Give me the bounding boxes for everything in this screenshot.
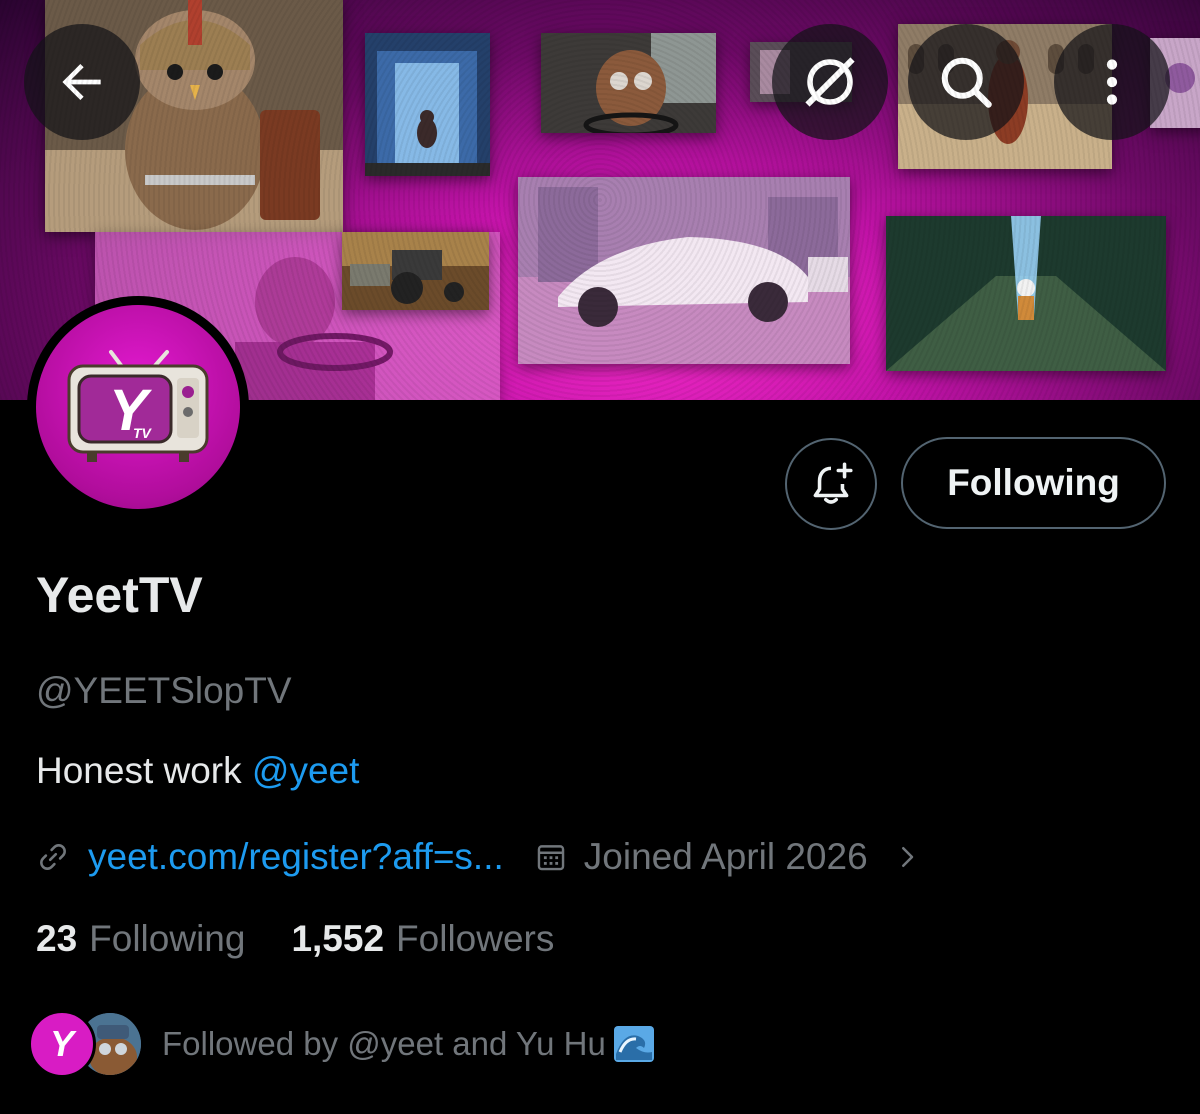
arrow-left-icon: [62, 64, 101, 100]
grok-button[interactable]: [772, 24, 888, 140]
banner-image-driver: [541, 33, 716, 133]
bio: Honest work @yeet: [36, 750, 359, 792]
more-options-button[interactable]: [1054, 24, 1170, 140]
followers-count: 1,552: [291, 918, 385, 959]
following-stat[interactable]: 23 Following: [36, 918, 245, 960]
follower-avatar-yeet: Y: [28, 1010, 96, 1078]
tv-logo-icon: Y TV: [67, 350, 209, 462]
banner-image-forest-beam: [886, 216, 1166, 371]
notifications-button[interactable]: [785, 438, 877, 530]
search-button[interactable]: [908, 24, 1024, 140]
more-vertical-icon: [1106, 59, 1118, 105]
avatar-image: Y TV: [36, 305, 240, 509]
bio-text: Honest work: [36, 750, 252, 791]
followers-label: Followers: [396, 918, 555, 959]
bio-mention-link[interactable]: @yeet: [252, 750, 360, 791]
link-icon: [40, 844, 66, 870]
website-link[interactable]: yeet.com/register?aff=s...: [88, 836, 504, 878]
following-button[interactable]: Following: [901, 437, 1166, 529]
banner-image-tractor: [342, 232, 489, 310]
followed-by-row[interactable]: Y Followed by @yeet and Yu Hu: [28, 1006, 654, 1082]
back-button[interactable]: [24, 24, 140, 140]
svg-text:TV: TV: [133, 425, 153, 441]
banner-image-elevator: [365, 33, 490, 176]
follow-stats: 23 Following 1,552 Followers: [36, 918, 554, 960]
chevron-right-icon[interactable]: [892, 842, 922, 872]
following-label: Following: [89, 918, 246, 959]
calendar-icon: [534, 840, 568, 874]
following-count: 23: [36, 918, 78, 959]
profile-meta: yeet.com/register?aff=s... Joined April …: [36, 834, 922, 880]
profile-avatar[interactable]: Y TV: [27, 296, 249, 518]
display-name: YeetTV: [36, 567, 203, 623]
banner-image-sports-car: [518, 177, 850, 364]
bell-plus-icon: [813, 462, 853, 504]
wave-emoji-icon: [613, 1026, 654, 1062]
joined-date: Joined April 2026: [583, 836, 868, 877]
followers-stat[interactable]: 1,552 Followers: [291, 918, 554, 960]
followed-by-text: Followed by @yeet and Yu Hu: [162, 1025, 654, 1063]
grok-icon: [805, 57, 855, 107]
search-icon: [941, 57, 992, 108]
user-handle: @YEETSlopTV: [36, 670, 292, 711]
